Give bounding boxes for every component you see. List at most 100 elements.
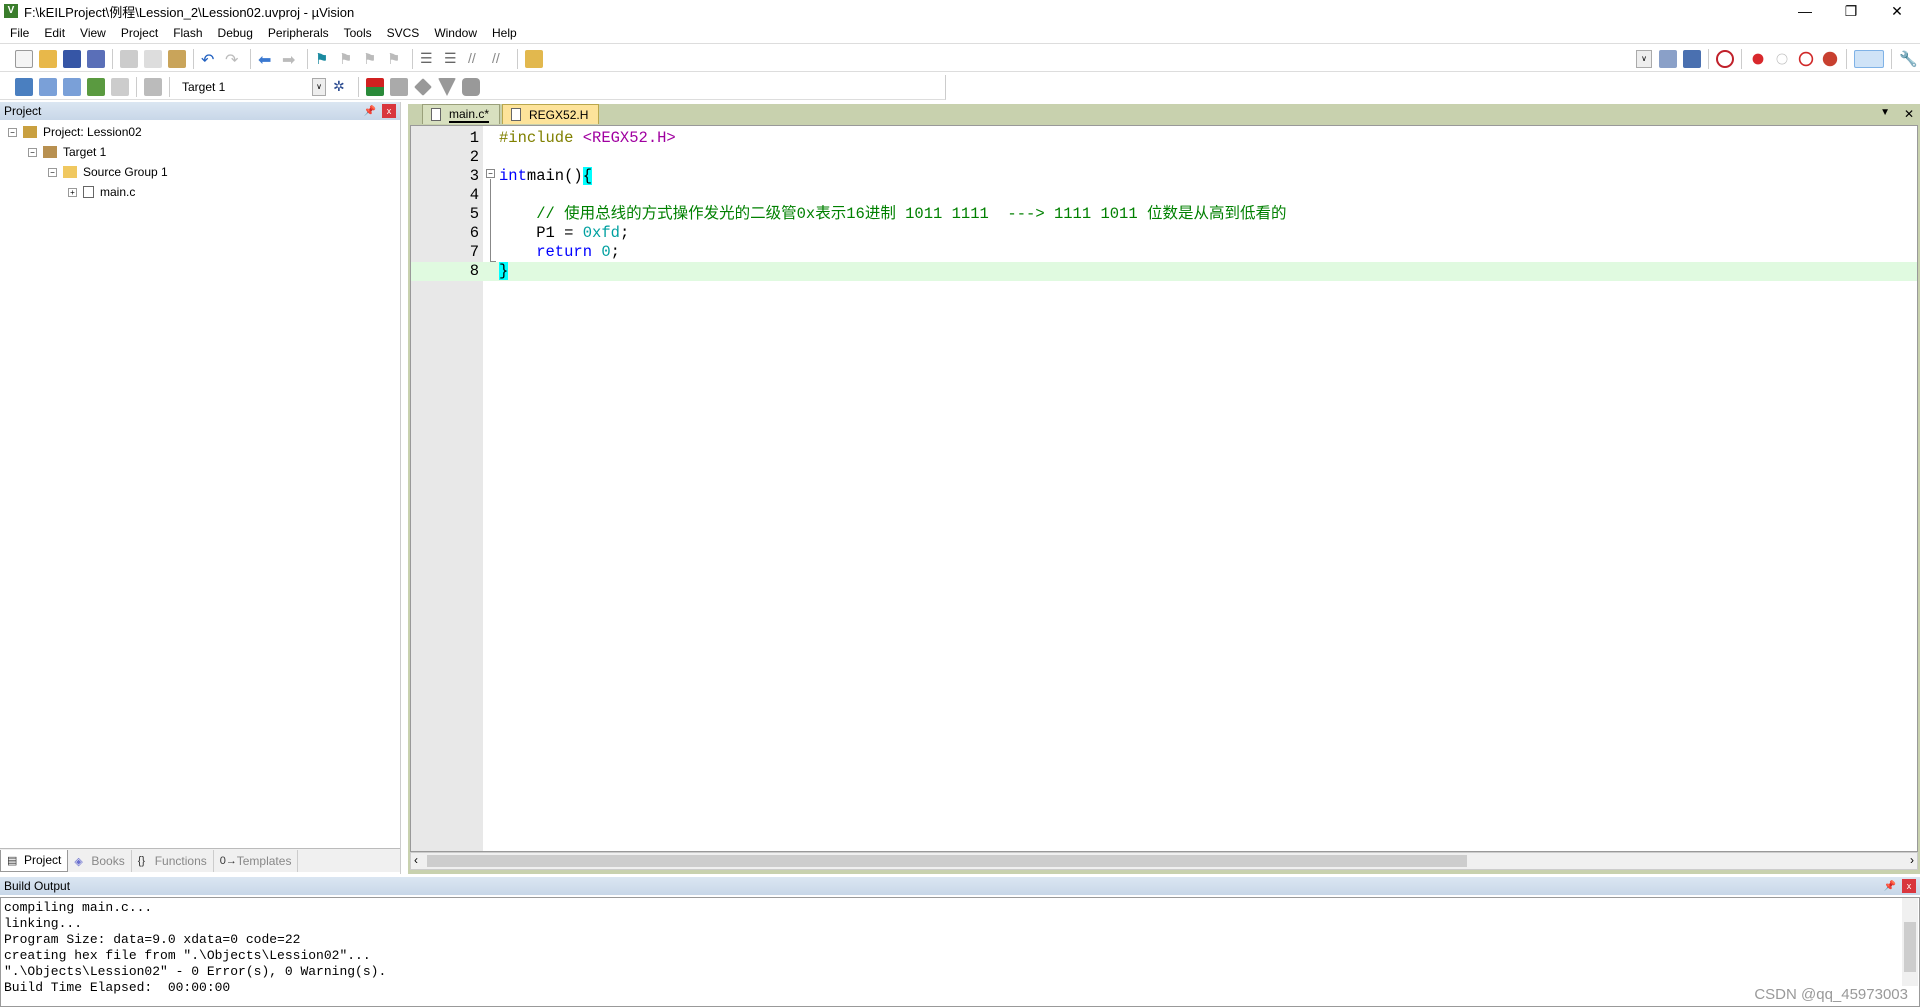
target-select[interactable]: Target 1 ∨	[178, 78, 326, 96]
close-tab-icon[interactable]: ✕	[1904, 107, 1914, 121]
start-debug-icon[interactable]	[1716, 50, 1734, 68]
indent-icon[interactable]: ☰	[420, 50, 438, 68]
menu-file[interactable]: File	[10, 26, 29, 40]
tab-functions[interactable]: {} Functions	[132, 849, 214, 872]
books-icon: ◈	[74, 855, 83, 868]
vertical-scrollbar[interactable]	[1902, 898, 1918, 986]
build-output-text[interactable]: compiling main.c... linking... Program Siz…	[0, 897, 1920, 1007]
save-all-icon[interactable]	[87, 50, 105, 68]
menu-help[interactable]: Help	[492, 26, 517, 40]
copy-icon[interactable]	[144, 50, 162, 68]
tab-project[interactable]: ▤ Project	[0, 849, 69, 872]
pack-installer-icon[interactable]	[438, 78, 456, 96]
build-output-panel: Build Output 📌 x compiling main.c... link…	[0, 877, 1920, 1007]
translate-icon[interactable]	[15, 78, 33, 96]
menu-view[interactable]: View	[80, 26, 106, 40]
horizontal-scrollbar[interactable]: ‹ ›	[410, 852, 1918, 870]
menu-svcs[interactable]: SVCS	[387, 26, 420, 40]
collapse-icon[interactable]: −	[28, 147, 37, 157]
runtime-environment-icon[interactable]	[462, 78, 480, 96]
next-bookmark-icon[interactable]: ⚑	[363, 50, 381, 68]
stop-build-icon[interactable]	[111, 78, 129, 96]
manage-multi-project-icon[interactable]	[390, 78, 408, 96]
chevron-down-icon: ∨	[312, 78, 326, 96]
code-line: 4	[411, 186, 1917, 205]
bookmark-icon[interactable]: ⚑	[315, 50, 333, 68]
menu-bar: File Edit View Project Flash Debug Perip…	[0, 23, 1920, 44]
expand-icon[interactable]: +	[68, 187, 77, 197]
restore-button[interactable]: ❐	[1828, 0, 1874, 22]
menu-debug[interactable]: Debug	[218, 26, 253, 40]
find-icon[interactable]	[1659, 50, 1677, 68]
open-folder-icon[interactable]	[39, 50, 57, 68]
code-token: return	[499, 243, 602, 261]
pin-icon[interactable]: 📌	[364, 106, 376, 117]
code-editor[interactable]: − 1 #include <REGX52.H> 2 3 intmain(){4 5 // …	[410, 125, 1918, 852]
scroll-right-icon[interactable]: ›	[1910, 853, 1914, 867]
tab-main-c[interactable]: main.c*	[422, 104, 501, 124]
file-extensions-icon[interactable]	[366, 78, 384, 96]
navigate-forward-icon[interactable]: ➡	[282, 50, 300, 69]
menu-flash[interactable]: Flash	[173, 26, 202, 40]
comment-icon[interactable]: //	[468, 50, 486, 68]
scrollbar-thumb[interactable]	[427, 855, 1467, 867]
minimize-button[interactable]: —	[1782, 0, 1828, 22]
unindent-icon[interactable]: ☰	[444, 50, 462, 68]
batch-build-icon[interactable]	[87, 78, 105, 96]
code-line: 3 intmain(){	[411, 167, 1917, 186]
select-packs-icon[interactable]	[414, 78, 432, 96]
cut-icon[interactable]	[120, 50, 138, 68]
menu-edit[interactable]: Edit	[44, 26, 65, 40]
prev-bookmark-icon[interactable]: ⚑	[339, 50, 357, 68]
title-bar: V F:\kEILProject\例程\Lession_2\Lession02.…	[0, 0, 1920, 22]
menu-peripherals[interactable]: Peripherals	[268, 26, 329, 40]
enable-breakpoint-icon[interactable]	[1776, 53, 1788, 65]
collapse-icon[interactable]: −	[8, 127, 17, 137]
kill-breakpoints-icon[interactable]	[1822, 51, 1838, 67]
navigate-back-icon[interactable]: ⬅	[258, 50, 276, 69]
insert-breakpoint-icon[interactable]	[1752, 53, 1764, 65]
menu-window[interactable]: Window	[434, 26, 477, 40]
download-load-icon[interactable]	[144, 78, 162, 96]
new-file-icon[interactable]	[15, 50, 33, 68]
redo-icon[interactable]: ↷	[225, 50, 243, 69]
line-number: 5	[469, 205, 479, 223]
configure-wrench-icon[interactable]: 🔧	[1899, 50, 1918, 68]
scrollbar-thumb[interactable]	[1904, 922, 1916, 972]
scroll-left-icon[interactable]: ‹	[414, 853, 418, 867]
tree-node-project[interactable]: − Project: Lession02	[0, 122, 400, 142]
tab-list-dropdown-icon[interactable]: ▼	[1880, 107, 1890, 118]
code-text: intmain(){	[499, 167, 593, 186]
code-token: 0xfd	[582, 224, 620, 242]
uncomment-icon[interactable]: //	[492, 50, 510, 68]
paste-icon[interactable]	[168, 50, 186, 68]
build-icon[interactable]	[39, 78, 57, 96]
disable-breakpoints-icon[interactable]	[1798, 51, 1814, 67]
find-dropdown[interactable]: ∨	[1636, 50, 1652, 68]
collapse-icon[interactable]: −	[48, 167, 57, 177]
close-panel-button[interactable]: x	[382, 104, 396, 118]
code-token: 0	[601, 243, 611, 261]
tree-node-source-group[interactable]: − Source Group 1	[0, 162, 400, 182]
tree-node-main-c[interactable]: + main.c	[0, 182, 400, 202]
close-panel-button[interactable]: x	[1902, 879, 1916, 893]
pin-icon[interactable]: 📌	[1884, 881, 1896, 892]
tab-books[interactable]: ◈ Books	[68, 849, 132, 872]
undo-icon[interactable]: ↶	[201, 50, 219, 69]
tab-label: Templates	[236, 853, 292, 868]
incremental-find-icon[interactable]	[1683, 50, 1701, 68]
tree-node-target[interactable]: − Target 1	[0, 142, 400, 162]
line-number: 4	[469, 186, 479, 204]
tab-regx52-h[interactable]: REGX52.H	[502, 104, 600, 124]
tab-templates[interactable]: 0→ Templates	[214, 849, 299, 872]
find-in-files-icon[interactable]	[525, 50, 543, 68]
menu-project[interactable]: Project	[121, 26, 158, 40]
save-icon[interactable]	[63, 50, 81, 68]
rebuild-icon[interactable]	[63, 78, 81, 96]
project-icon: ▤	[7, 855, 18, 867]
clear-bookmarks-icon[interactable]: ⚑	[387, 50, 405, 68]
target-options-icon[interactable]: ✲	[333, 78, 351, 96]
menu-tools[interactable]: Tools	[344, 26, 372, 40]
close-button[interactable]: ✕	[1874, 0, 1920, 22]
window-layout-dropdown[interactable]	[1854, 50, 1884, 68]
